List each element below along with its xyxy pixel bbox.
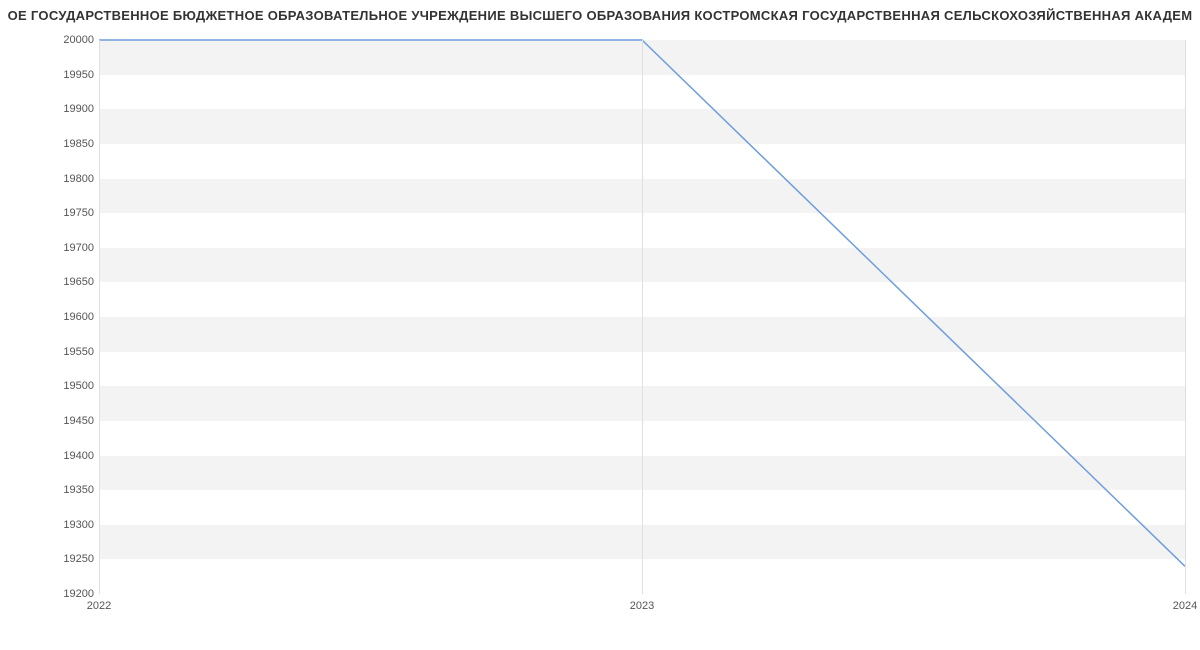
x-tick-label: 2024 xyxy=(1173,600,1197,612)
x-tick-label: 2022 xyxy=(87,600,111,612)
y-tick-label: 19400 xyxy=(14,450,94,462)
y-tick-label: 19550 xyxy=(14,346,94,358)
y-tick-label: 19650 xyxy=(14,276,94,288)
x-gridline xyxy=(99,40,100,594)
y-tick-label: 19600 xyxy=(14,311,94,323)
x-gridline xyxy=(642,40,643,594)
y-tick-label: 19750 xyxy=(14,207,94,219)
y-tick-label: 19350 xyxy=(14,484,94,496)
y-tick-label: 19450 xyxy=(14,415,94,427)
y-tick-label: 20000 xyxy=(14,34,94,46)
y-tick-label: 19950 xyxy=(14,69,94,81)
y-tick-label: 19700 xyxy=(14,242,94,254)
x-gridline xyxy=(1185,40,1186,594)
y-tick-label: 19850 xyxy=(14,138,94,150)
y-tick-label: 19250 xyxy=(14,553,94,565)
chart-title: ОЕ ГОСУДАРСТВЕННОЕ БЮДЖЕТНОЕ ОБРАЗОВАТЕЛ… xyxy=(0,8,1200,23)
y-tick-label: 19500 xyxy=(14,380,94,392)
y-tick-label: 19300 xyxy=(14,519,94,531)
y-tick-label: 19200 xyxy=(14,588,94,600)
x-tick-label: 2023 xyxy=(630,600,654,612)
y-tick-label: 19900 xyxy=(14,103,94,115)
y-tick-label: 19800 xyxy=(14,173,94,185)
